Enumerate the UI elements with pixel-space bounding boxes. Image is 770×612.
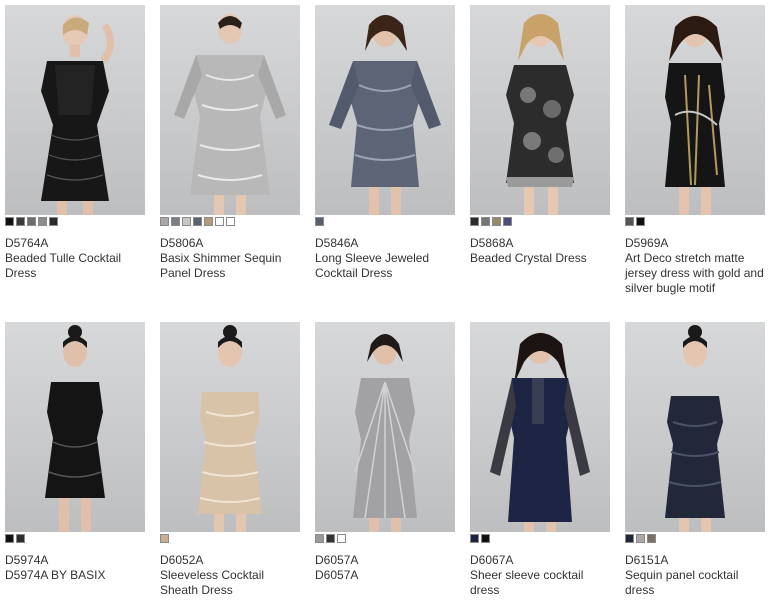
product-title[interactable]: Art Deco stretch matte jersey dress with… bbox=[625, 251, 765, 296]
model-dress-figure bbox=[665, 325, 725, 532]
product-title[interactable]: D5974A BY BASIX bbox=[5, 568, 145, 583]
color-swatches bbox=[315, 217, 455, 227]
color-swatch[interactable] bbox=[27, 217, 36, 226]
product-row: D5974A D5974A BY BASIX D6052A Sleeveless… bbox=[0, 322, 770, 612]
product-card[interactable]: D6067A Sheer sleeve cocktail dress bbox=[470, 322, 610, 598]
product-card[interactable]: D6151A Sequin panel cocktail dress bbox=[625, 322, 765, 598]
color-swatch[interactable] bbox=[49, 217, 58, 226]
model-dress-figure bbox=[45, 325, 105, 532]
product-card[interactable]: D6052A Sleeveless Cocktail Sheath Dress bbox=[160, 322, 300, 598]
product-sku[interactable]: D5974A bbox=[5, 553, 145, 568]
model-dress-figure bbox=[665, 15, 725, 215]
model-dress-figure bbox=[41, 15, 114, 215]
color-swatch[interactable] bbox=[16, 534, 25, 543]
color-swatch[interactable] bbox=[326, 534, 335, 543]
color-swatches bbox=[160, 217, 300, 227]
model-dress-figure bbox=[506, 14, 574, 215]
product-sku[interactable]: D5846A bbox=[315, 236, 455, 251]
product-sku[interactable]: D5806A bbox=[160, 236, 300, 251]
product-card[interactable]: D5974A D5974A BY BASIX bbox=[5, 322, 145, 583]
product-card[interactable]: D5764A Beaded Tulle Cocktail Dress bbox=[5, 5, 145, 281]
model-dress-figure bbox=[353, 334, 417, 532]
color-swatch[interactable] bbox=[226, 217, 235, 226]
product-title[interactable]: D6057A bbox=[315, 568, 455, 583]
product-card[interactable]: D5846A Long Sleeve Jeweled Cocktail Dres… bbox=[315, 5, 455, 281]
color-swatch[interactable] bbox=[625, 534, 634, 543]
color-swatches bbox=[5, 217, 145, 227]
color-swatches bbox=[625, 217, 765, 227]
product-image[interactable] bbox=[315, 322, 455, 532]
product-row: D5764A Beaded Tulle Cocktail Dress D5806… bbox=[0, 5, 770, 295]
color-swatch[interactable] bbox=[636, 534, 645, 543]
product-sku[interactable]: D6057A bbox=[315, 553, 455, 568]
product-image[interactable] bbox=[470, 322, 610, 532]
color-swatch[interactable] bbox=[160, 534, 169, 543]
color-swatch[interactable] bbox=[5, 217, 14, 226]
model-dress-figure bbox=[174, 14, 286, 215]
product-title[interactable]: Beaded Crystal Dress bbox=[470, 251, 610, 266]
color-swatch[interactable] bbox=[16, 217, 25, 226]
color-swatch[interactable] bbox=[315, 217, 324, 226]
product-title[interactable]: Basix Shimmer Sequin Panel Dress bbox=[160, 251, 300, 281]
color-swatch[interactable] bbox=[481, 534, 490, 543]
product-sku[interactable]: D6151A bbox=[625, 553, 765, 568]
product-title[interactable]: Sequin panel cocktail dress bbox=[625, 568, 765, 598]
product-image[interactable] bbox=[160, 322, 300, 532]
product-image[interactable] bbox=[625, 5, 765, 215]
product-sku[interactable]: D6052A bbox=[160, 553, 300, 568]
product-image[interactable] bbox=[160, 5, 300, 215]
color-swatches bbox=[470, 534, 610, 544]
product-card[interactable]: D5969A Art Deco stretch matte jersey dre… bbox=[625, 5, 765, 296]
color-swatch[interactable] bbox=[160, 217, 169, 226]
color-swatch[interactable] bbox=[204, 217, 213, 226]
product-card[interactable]: D6057A D6057A bbox=[315, 322, 455, 583]
color-swatch[interactable] bbox=[5, 534, 14, 543]
model-dress-figure bbox=[490, 332, 590, 532]
product-sku[interactable]: D5868A bbox=[470, 236, 610, 251]
color-swatches bbox=[160, 534, 300, 544]
product-card[interactable]: D5868A Beaded Crystal Dress bbox=[470, 5, 610, 266]
color-swatch[interactable] bbox=[636, 217, 645, 226]
product-sku[interactable]: D5764A bbox=[5, 236, 145, 251]
color-swatch[interactable] bbox=[492, 217, 501, 226]
product-image[interactable] bbox=[315, 5, 455, 215]
color-swatch[interactable] bbox=[171, 217, 180, 226]
model-dress-figure bbox=[329, 15, 441, 215]
product-sku[interactable]: D6067A bbox=[470, 553, 610, 568]
color-swatch[interactable] bbox=[647, 534, 656, 543]
color-swatch[interactable] bbox=[470, 534, 479, 543]
color-swatch[interactable] bbox=[215, 217, 224, 226]
product-card[interactable]: D5806A Basix Shimmer Sequin Panel Dress bbox=[160, 5, 300, 281]
color-swatch[interactable] bbox=[182, 217, 191, 226]
color-swatches bbox=[470, 217, 610, 227]
product-image[interactable] bbox=[625, 322, 765, 532]
color-swatch[interactable] bbox=[193, 217, 202, 226]
model-dress-figure bbox=[198, 325, 262, 532]
product-image[interactable] bbox=[5, 322, 145, 532]
product-title[interactable]: Sheer sleeve cocktail dress bbox=[470, 568, 610, 598]
color-swatch[interactable] bbox=[38, 217, 47, 226]
color-swatch[interactable] bbox=[503, 217, 512, 226]
product-title[interactable]: Beaded Tulle Cocktail Dress bbox=[5, 251, 145, 281]
color-swatch[interactable] bbox=[315, 534, 324, 543]
color-swatches bbox=[315, 534, 455, 544]
color-swatch[interactable] bbox=[470, 217, 479, 226]
product-image[interactable] bbox=[470, 5, 610, 215]
color-swatches bbox=[5, 534, 145, 544]
color-swatch[interactable] bbox=[337, 534, 346, 543]
product-title[interactable]: Sleeveless Cocktail Sheath Dress bbox=[160, 568, 300, 598]
product-sku[interactable]: D5969A bbox=[625, 236, 765, 251]
color-swatch[interactable] bbox=[625, 217, 634, 226]
product-grid: D5764A Beaded Tulle Cocktail Dress D5806… bbox=[0, 0, 770, 598]
product-title[interactable]: Long Sleeve Jeweled Cocktail Dress bbox=[315, 251, 455, 281]
product-image[interactable] bbox=[5, 5, 145, 215]
color-swatch[interactable] bbox=[481, 217, 490, 226]
color-swatches bbox=[625, 534, 765, 544]
